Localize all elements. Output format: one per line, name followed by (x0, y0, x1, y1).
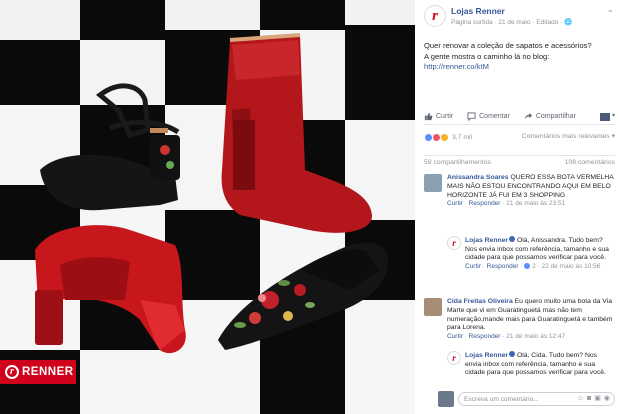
reply-body: Lojas Renner Olá, Cida. Tudo bem? Nos en… (465, 351, 615, 378)
comment-input-placeholder: Escreva um comentário... (464, 395, 539, 403)
page-reply-avatar[interactable]: r (447, 236, 461, 250)
thumbs-up-icon (424, 112, 433, 121)
page-name-link[interactable]: Lojas Renner (451, 7, 505, 16)
emoji-icon[interactable]: ☺ (577, 394, 584, 403)
share-label: Compartilhar (535, 113, 576, 120)
post-photo[interactable]: r RENNER (0, 0, 415, 414)
camera-icon[interactable]: ◙ (587, 394, 591, 403)
facebook-post-lightbox: r RENNER r Lojas Renner Página curtida ·… (0, 0, 620, 414)
like-label: Curtir (436, 113, 454, 120)
comment-reply-link[interactable]: Responder (469, 333, 501, 340)
reply-reply-link[interactable]: Responder (487, 263, 519, 270)
comment-body: Anissandra Soares QUERO ESSA BOTA VERMEL… (447, 174, 615, 209)
commenter-avatar[interactable] (424, 174, 442, 192)
reply-like-count: 2 (532, 262, 536, 270)
post-header: r Lojas Renner Página curtida · 21 de ma… (424, 5, 614, 31)
current-user-avatar (438, 391, 454, 407)
comment-button[interactable]: Comentar (467, 112, 510, 121)
page-thumb-icon (599, 112, 610, 121)
reply-meta: Curtir · Responder · 2 · 22 de maio às 1… (465, 262, 601, 270)
share-icon (524, 112, 532, 120)
comment-like-link[interactable]: Curtir (447, 333, 463, 340)
commenter-avatar[interactable] (424, 298, 442, 316)
post-options-button[interactable]: ⌄ (606, 5, 614, 14)
post-text-line: A gente mostra o caminho lá no blog: (424, 51, 550, 61)
post-actions-bar: Curtir Comentar Compartilhar ▾ (424, 109, 615, 125)
renner-logo-text: RENNER (22, 366, 74, 378)
reply-time[interactable]: 22 de maio às 10:56 (541, 263, 600, 270)
share-as-selector[interactable]: ▾ (599, 112, 615, 121)
post-link[interactable]: http://renner.co/ktM (424, 62, 489, 71)
like-button[interactable]: Curtir (424, 112, 453, 121)
page-reply-avatar[interactable]: r (447, 351, 461, 365)
comment-sort-dropdown[interactable]: Comentários mais relevantes ▾ (522, 132, 615, 141)
gif-icon[interactable]: ▣ (594, 394, 601, 403)
sticker-icon[interactable]: ◉ (604, 394, 610, 403)
wow-reaction-icon (440, 132, 449, 142)
chevron-down-icon: ▾ (611, 113, 615, 119)
post-text-line: Quer renovar a coleção de sapatos e aces… (424, 41, 592, 50)
commenter-name[interactable]: Anissandra Soares (447, 174, 509, 181)
page-avatar[interactable]: r (424, 5, 446, 27)
comment-meta: Curtir · Responder · 21 de maio às 12:47 (447, 333, 566, 341)
reply-author-name[interactable]: Lojas Renner (465, 352, 508, 359)
comments-count[interactable]: 108 comentários (565, 158, 615, 167)
shoes-photo (0, 0, 415, 414)
shares-count[interactable]: 59 compartilhamentos (424, 159, 491, 166)
comment-time[interactable]: 21 de maio às 23:51 (506, 200, 565, 207)
reactions-row: 3,7 mil Comentários mais relevantes ▾ (424, 131, 615, 143)
comment-body: Cida Freitas Oliveira Eu quero muito uma… (447, 298, 615, 342)
share-button[interactable]: Compartilhar (524, 112, 576, 121)
renner-logo: r RENNER (0, 360, 76, 384)
counts-row: 59 compartilhamentos 108 comentários (424, 155, 615, 167)
comment-reply-link[interactable]: Responder (469, 200, 501, 207)
like-reaction-icon (524, 262, 531, 269)
comment-icon (467, 112, 476, 121)
comment-time[interactable]: 21 de maio às 12:47 (506, 333, 565, 340)
post-meta: Página curtida · 21 de maio · Editado · … (451, 19, 573, 26)
comment-like-link[interactable]: Curtir (447, 200, 463, 207)
renner-logo-mark: r (5, 365, 19, 379)
reaction-count[interactable]: 3,7 mil (452, 133, 472, 142)
post-side-panel: r Lojas Renner Página curtida · 21 de ma… (415, 0, 620, 414)
comment-composer: Escreva um comentário... ☺ ◙ ▣ ◉ (424, 391, 615, 409)
reply-like-link[interactable]: Curtir (465, 263, 481, 270)
commenter-name[interactable]: Cida Freitas Oliveira (447, 298, 513, 305)
composer-icons: ☺ ◙ ▣ ◉ (577, 394, 610, 403)
reply-body: Lojas Renner Olá, Anissandra. Tudo bem? … (465, 236, 615, 271)
comment-meta: Curtir · Responder · 21 de maio às 23:51 (447, 200, 566, 208)
reply-author-name[interactable]: Lojas Renner (465, 237, 508, 244)
post-text: Quer renovar a coleção de sapatos e aces… (424, 41, 614, 73)
comment-label: Comentar (479, 113, 510, 120)
chevron-down-icon: ⌄ (606, 4, 614, 14)
